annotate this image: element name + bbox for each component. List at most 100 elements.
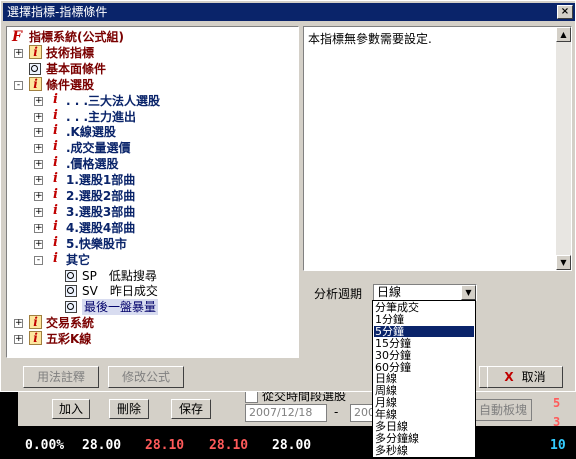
period-option[interactable]: 15分鐘 — [374, 338, 474, 349]
quote-value: 10 — [550, 438, 566, 453]
tree-item[interactable]: + i 技術指標 — [7, 44, 297, 61]
period-option[interactable]: 周線 — [374, 385, 474, 396]
tree-item-label: 1.選股1部曲 — [66, 173, 136, 188]
expand-icon[interactable]: + — [34, 128, 43, 138]
indicator-folder-icon: i — [29, 76, 42, 91]
indicator-icon: i — [53, 155, 58, 171]
indicator-icon: i — [53, 202, 58, 218]
usage-notes-button[interactable]: 用法註釋 — [23, 366, 99, 388]
cancel-label: 取消 — [521, 370, 546, 384]
expand-icon[interactable]: + — [34, 239, 43, 249]
collapse-icon[interactable]: - — [14, 80, 23, 90]
period-option[interactable]: 5分鐘 — [374, 325, 474, 337]
period-option[interactable]: 多分鐘線 — [374, 433, 474, 444]
period-dropdown-list[interactable]: 分筆成交 1分鐘 5分鐘 15分鐘 30分鐘 60分鐘 日線 周線 月線 年線 多日線 多分鐘線 多秒線 — [372, 300, 476, 458]
indicator-dialog: 選擇指標-指標條件 × F 指標系統(公式組) + i 技術指標 基本面條件 - i 條件選股 +… — [0, 0, 576, 392]
cancel-button[interactable]: X 取消 — [487, 366, 563, 388]
indicator-folder-icon: i — [29, 331, 42, 346]
indicator-icon: i — [53, 91, 58, 107]
tree-item-label: .K線選股 — [66, 125, 116, 140]
indicator-tree[interactable]: F 指標系統(公式組) + i 技術指標 基本面條件 - i 條件選股 + i. . .三大法人選股… — [6, 26, 299, 358]
side-value-1: 5 — [553, 396, 561, 410]
scroll-down-icon[interactable]: ▼ — [556, 255, 571, 270]
tree-item-label: 3.選股3部曲 — [66, 204, 136, 219]
tree-item[interactable]: + i 4.選股4部曲 — [7, 218, 297, 236]
expand-icon[interactable]: + — [34, 223, 43, 233]
remove-button[interactable]: 刪除 — [109, 399, 149, 419]
start-date-field[interactable]: 2007/12/18 — [245, 404, 327, 422]
indicator-icon: i — [53, 218, 58, 234]
chevron-down-icon[interactable]: ▼ — [461, 285, 476, 300]
tree-item-label: . . .三大法人選股 — [66, 93, 161, 108]
magnifier-icon — [65, 285, 77, 298]
edit-formula-button[interactable]: 修改公式 — [108, 366, 184, 388]
period-select[interactable]: 日線 ▼ — [373, 284, 477, 301]
tree-item-label: 基本面條件 — [46, 61, 107, 76]
period-option[interactable]: 年線 — [374, 409, 474, 420]
tree-item-label: 五彩K線 — [46, 332, 92, 347]
indicator-icon: i — [53, 107, 58, 123]
period-option[interactable]: 日線 — [374, 373, 474, 384]
tree-item[interactable]: SV 昨日成交 — [7, 283, 297, 299]
tree-item[interactable]: + i .價格選股 — [7, 156, 297, 172]
tree-item[interactable]: + i . . .主力進出 — [7, 107, 297, 125]
tree-item-label: . . .主力進出 — [66, 109, 137, 124]
quote-value: 28.00 — [82, 438, 122, 453]
period-option[interactable]: 多日線 — [374, 421, 474, 432]
expand-icon[interactable]: + — [34, 207, 43, 217]
tree-item[interactable]: 最後一盤暴量 — [7, 299, 297, 316]
tree-item-label: 條件選股 — [46, 77, 95, 92]
tree-item[interactable]: 基本面條件 — [7, 61, 297, 77]
expand-icon[interactable]: + — [14, 319, 23, 329]
indicator-icon: i — [53, 187, 58, 202]
tree-item-label: SV 昨日成交 — [82, 284, 158, 299]
expand-icon[interactable]: + — [14, 48, 23, 58]
tree-item-label: 4.選股4部曲 — [66, 220, 136, 235]
title-bar[interactable]: 選擇指標-指標條件 × — [3, 3, 575, 21]
expand-icon[interactable]: + — [34, 192, 43, 201]
tree-item-label: 最後一盤暴量 — [82, 299, 159, 316]
tree-item[interactable]: + i 五彩K線 — [7, 331, 297, 347]
end-date-field[interactable]: 200 — [350, 404, 375, 422]
tree-item[interactable]: + i .K線選股 — [7, 124, 297, 140]
period-option[interactable]: 60分鐘 — [374, 362, 474, 373]
period-option[interactable]: 多秒線 — [374, 445, 474, 456]
tree-item-label: .價格選股 — [66, 157, 119, 172]
tree-item[interactable]: + i .成交量選價 — [7, 140, 297, 156]
tree-item[interactable]: + i 5.快樂股市 — [7, 235, 297, 252]
cancel-icon: X — [504, 370, 514, 384]
side-value-2: 3 — [553, 415, 561, 429]
tree-item[interactable]: - i 其它 — [7, 251, 297, 268]
expand-icon[interactable]: + — [34, 176, 43, 186]
add-button[interactable]: 加入 — [52, 399, 90, 419]
expand-icon[interactable]: + — [34, 144, 43, 154]
quote-change: 0.00% — [25, 438, 65, 453]
tree-item[interactable]: + i 2.選股2部曲 — [7, 188, 297, 204]
period-option[interactable]: 分筆成交 — [374, 302, 474, 313]
tree-item[interactable]: + i 3.選股3部曲 — [7, 202, 297, 220]
tree-item[interactable]: + i 交易系統 — [7, 315, 297, 331]
expand-icon[interactable]: + — [34, 96, 43, 106]
tree-item[interactable]: F 指標系統(公式組) — [7, 29, 297, 45]
quote-row: 0.00% 28.00 28.10 28.10 28.00 10 — [0, 433, 576, 459]
period-option[interactable]: 30分鐘 — [374, 350, 474, 361]
scroll-up-icon[interactable]: ▲ — [556, 27, 571, 42]
collapse-icon[interactable]: - — [34, 255, 43, 265]
auto-board-button[interactable]: 自動板塊 — [474, 399, 532, 421]
description-scrollbar[interactable]: ▲ ▼ — [556, 27, 571, 270]
expand-icon[interactable]: + — [14, 335, 23, 345]
expand-icon[interactable]: + — [34, 112, 43, 122]
tree-item[interactable]: + i 1.選股1部曲 — [7, 172, 297, 188]
tree-item[interactable]: SP 低點搜尋 — [7, 268, 297, 284]
tree-item-label: 5.快樂股市 — [66, 236, 127, 251]
tree-item-label: 2.選股2部曲 — [66, 189, 136, 203]
period-option[interactable]: 月線 — [374, 397, 474, 408]
expand-icon[interactable]: + — [34, 160, 43, 170]
tree-item[interactable]: + i . . .三大法人選股 — [7, 91, 297, 109]
close-icon[interactable]: × — [557, 5, 573, 19]
period-option[interactable]: 1分鐘 — [374, 314, 474, 325]
window-title: 選擇指標-指標條件 — [7, 5, 108, 19]
save-button[interactable]: 保存 — [171, 399, 211, 419]
tree-item[interactable]: - i 條件選股 — [7, 76, 297, 93]
description-text: 本指標無參數需要設定. — [308, 32, 432, 46]
